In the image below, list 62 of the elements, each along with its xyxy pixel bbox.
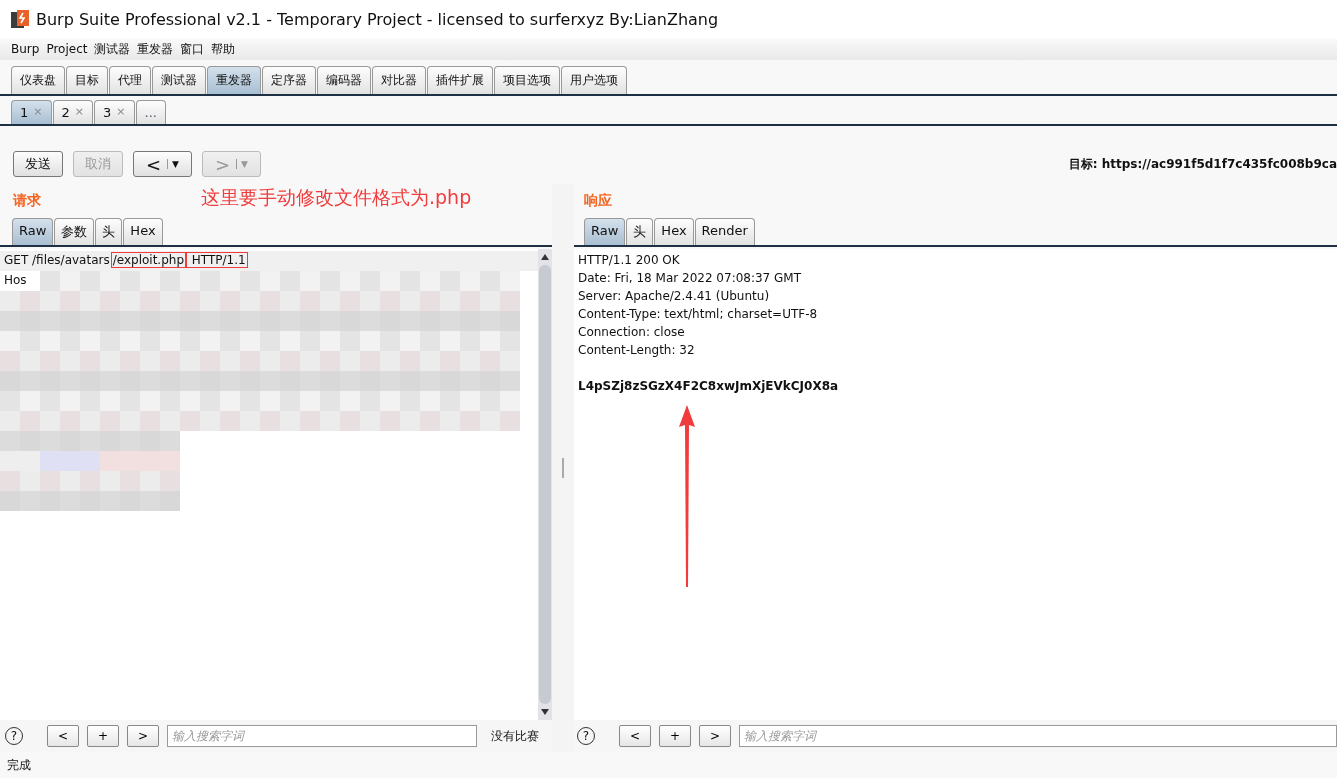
- tab[interactable]: 1 ×: [11, 100, 52, 124]
- window-title: Burp Suite Professional v2.1 - Temporary Project - licensed to surferxyz By:LianZhang: [36, 9, 719, 29]
- tab[interactable]: 参数: [54, 218, 95, 245]
- tab[interactable]: 3 ×: [94, 100, 135, 124]
- request-line-text: /exploit.php: [110, 252, 186, 268]
- menu-item[interactable]: 窗口: [180, 40, 205, 58]
- back-button[interactable]: < ▼: [133, 151, 192, 177]
- add-button[interactable]: +: [87, 725, 119, 747]
- menu-item[interactable]: Burp: [11, 42, 40, 56]
- request-line-text: Hos: [3, 272, 28, 289]
- tab[interactable]: 对比器: [372, 66, 426, 94]
- next-button[interactable]: >: [127, 725, 159, 747]
- request-line-text: GET /files/avatars: [4, 253, 110, 267]
- tab[interactable]: 测试器: [152, 66, 206, 94]
- search-field[interactable]: 输入搜索字词: [167, 725, 477, 747]
- tab[interactable]: 2 ×: [52, 100, 93, 124]
- tab[interactable]: 头: [95, 218, 123, 245]
- search-field[interactable]: 输入搜索字词: [739, 725, 1337, 747]
- app-logo-icon: [10, 9, 30, 29]
- scroll-down-icon[interactable]: [540, 708, 550, 716]
- tab[interactable]: ...: [135, 100, 166, 124]
- request-heading: 请求: [13, 192, 41, 210]
- menu-item[interactable]: 帮助: [211, 40, 236, 58]
- next-button[interactable]: >: [699, 725, 731, 747]
- response-line-text: HTTP/1.1 200 OK: [577, 252, 681, 269]
- response-heading: 响应: [584, 192, 612, 210]
- response-line-text: Content-Length: 32: [577, 342, 696, 359]
- tab[interactable]: 项目选项: [494, 66, 560, 94]
- tab[interactable]: Hex: [654, 218, 694, 245]
- response-line-text: Connection: close: [577, 324, 686, 341]
- previous-button[interactable]: <: [47, 725, 79, 747]
- add-button[interactable]: +: [659, 725, 691, 747]
- tab[interactable]: 代理: [109, 66, 151, 94]
- response-line-text: Server: Apache/2.4.41 (Ubuntu): [577, 288, 771, 305]
- status-text: 完成: [7, 756, 31, 774]
- match-count-text: 没有比赛: [491, 727, 539, 745]
- tab[interactable]: Render: [694, 218, 755, 245]
- tab[interactable]: 用户选项: [561, 66, 627, 94]
- tab[interactable]: 目标: [66, 66, 108, 94]
- tab[interactable]: 头: [626, 218, 654, 245]
- tab[interactable]: 仪表盘: [11, 66, 65, 94]
- tab[interactable]: 编码器: [317, 66, 371, 94]
- scrollbar[interactable]: [538, 249, 552, 720]
- send-button[interactable]: 发送: [13, 151, 63, 177]
- tab[interactable]: 定序器: [262, 66, 316, 94]
- previous-button[interactable]: <: [619, 725, 651, 747]
- menu-item[interactable]: 测试器: [94, 40, 131, 58]
- tab[interactable]: 重发器: [207, 66, 261, 94]
- response-body-text: L4pSZj8zSGzX4F2C8xwJmXjEVkCJ0X8a: [577, 378, 840, 395]
- tab[interactable]: Raw: [12, 218, 54, 245]
- target-url: https://ac991f5d1f7c435fc008b9ca: [1101, 157, 1337, 171]
- tab[interactable]: Hex: [123, 218, 163, 245]
- menu-item[interactable]: 重发器: [137, 40, 174, 58]
- menu-item[interactable]: Project: [46, 42, 88, 56]
- response-line-text: Content-Type: text/html; charset=UTF-8: [577, 306, 819, 323]
- request-line-text: HTTP/1.1: [186, 252, 248, 268]
- response-line-text: Date: Fri, 18 Mar 2022 07:08:37 GMT: [577, 270, 803, 287]
- tab[interactable]: 插件扩展: [427, 66, 493, 94]
- tab[interactable]: Raw: [584, 218, 626, 245]
- target-label: 目标:: [1068, 155, 1098, 173]
- annotation-text: 这里要手动修改文件格式为.php: [201, 185, 472, 210]
- scroll-up-icon[interactable]: [540, 253, 550, 261]
